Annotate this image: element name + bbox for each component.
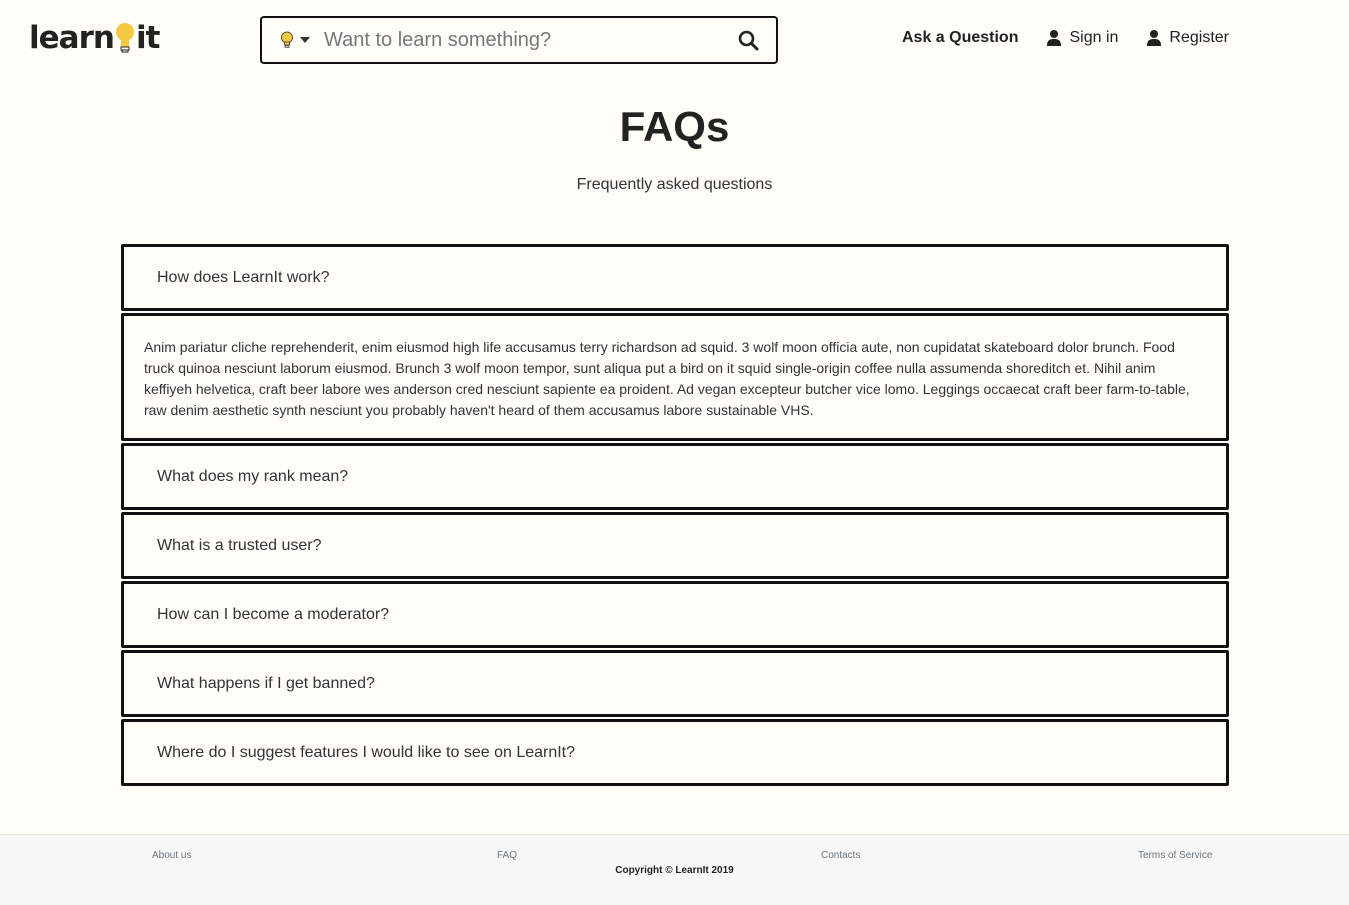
search-button[interactable] bbox=[720, 18, 776, 62]
lightbulb-icon bbox=[281, 31, 293, 48]
category-dropdown[interactable] bbox=[262, 18, 324, 62]
register-link[interactable]: Register bbox=[1147, 29, 1229, 47]
footer-terms-link[interactable]: Terms of Service bbox=[1138, 850, 1212, 861]
page-title: FAQs bbox=[619, 103, 730, 150]
faq-accordion: How does LearnIt work? Anim pariatur cli… bbox=[121, 244, 1229, 788]
page-subtitle: Frequently asked questions bbox=[576, 176, 773, 193]
faq-question[interactable]: What happens if I get banned? bbox=[121, 650, 1229, 717]
footer-contacts-link[interactable]: Contacts bbox=[821, 850, 860, 861]
magnifier-icon bbox=[738, 30, 758, 50]
header: learn it Want to learn something? Ask a … bbox=[0, 0, 1349, 80]
footer-faq-link[interactable]: FAQ bbox=[497, 850, 517, 861]
faq-question[interactable]: How can I become a moderator? bbox=[121, 581, 1229, 648]
copyright: Copyright © LearnIt 2019 bbox=[615, 865, 734, 876]
ask-question-link[interactable]: Ask a Question bbox=[902, 29, 1018, 47]
faq-question[interactable]: Where do I suggest features I would like… bbox=[121, 719, 1229, 786]
sign-in-label: Sign in bbox=[1069, 29, 1119, 46]
register-label: Register bbox=[1169, 29, 1229, 46]
logo-text-it: it bbox=[135, 20, 160, 56]
faq-question[interactable]: What is a trusted user? bbox=[121, 512, 1229, 579]
sign-in-link[interactable]: Sign in bbox=[1047, 29, 1118, 47]
logo[interactable]: learn it bbox=[29, 18, 160, 58]
logo-text: learn it bbox=[29, 20, 160, 56]
search-input[interactable] bbox=[324, 18, 720, 62]
logo-bulb-icon bbox=[115, 23, 134, 53]
top-nav: Ask a Question Sign in Register bbox=[902, 29, 1229, 47]
faq-question[interactable]: What does my rank mean? bbox=[121, 443, 1229, 510]
faq-answer: Anim pariatur cliche reprehenderit, enim… bbox=[121, 313, 1229, 441]
footer: About us FAQ Contacts Terms of Service C… bbox=[0, 834, 1349, 905]
logo-text-learn: learn bbox=[29, 20, 115, 56]
caret-down-icon bbox=[300, 37, 310, 43]
footer-about-link[interactable]: About us bbox=[152, 850, 191, 861]
user-icon bbox=[1047, 30, 1062, 46]
search-bar bbox=[260, 16, 778, 64]
faq-question[interactable]: How does LearnIt work? bbox=[121, 244, 1229, 311]
user-icon bbox=[1147, 30, 1162, 46]
